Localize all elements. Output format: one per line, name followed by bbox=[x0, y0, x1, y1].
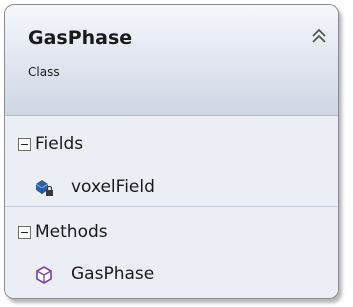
collapse-minus-icon[interactable] bbox=[18, 226, 31, 239]
section-fields-header[interactable]: Fields bbox=[5, 128, 338, 162]
class-header[interactable]: GasPhase Class bbox=[5, 5, 338, 116]
section-label-methods: Methods bbox=[35, 222, 108, 242]
section-divider bbox=[5, 206, 338, 207]
method-name: GasPhase bbox=[71, 264, 155, 284]
section-label-fields: Fields bbox=[35, 134, 84, 154]
field-private-icon bbox=[33, 178, 55, 198]
method-item-gasphase[interactable]: GasPhase bbox=[5, 258, 338, 292]
field-item-voxelfield[interactable]: voxelField bbox=[5, 171, 338, 205]
class-stereotype: Class bbox=[28, 65, 60, 79]
collapse-chevron-icon[interactable] bbox=[308, 25, 330, 47]
field-name: voxelField bbox=[71, 177, 155, 197]
class-name: GasPhase bbox=[28, 27, 133, 49]
section-methods-header[interactable]: Methods bbox=[5, 216, 338, 250]
class-shape[interactable]: GasPhase Class Fields voxelField Methods… bbox=[4, 4, 339, 299]
method-icon bbox=[33, 265, 55, 285]
collapse-minus-icon[interactable] bbox=[18, 138, 31, 151]
